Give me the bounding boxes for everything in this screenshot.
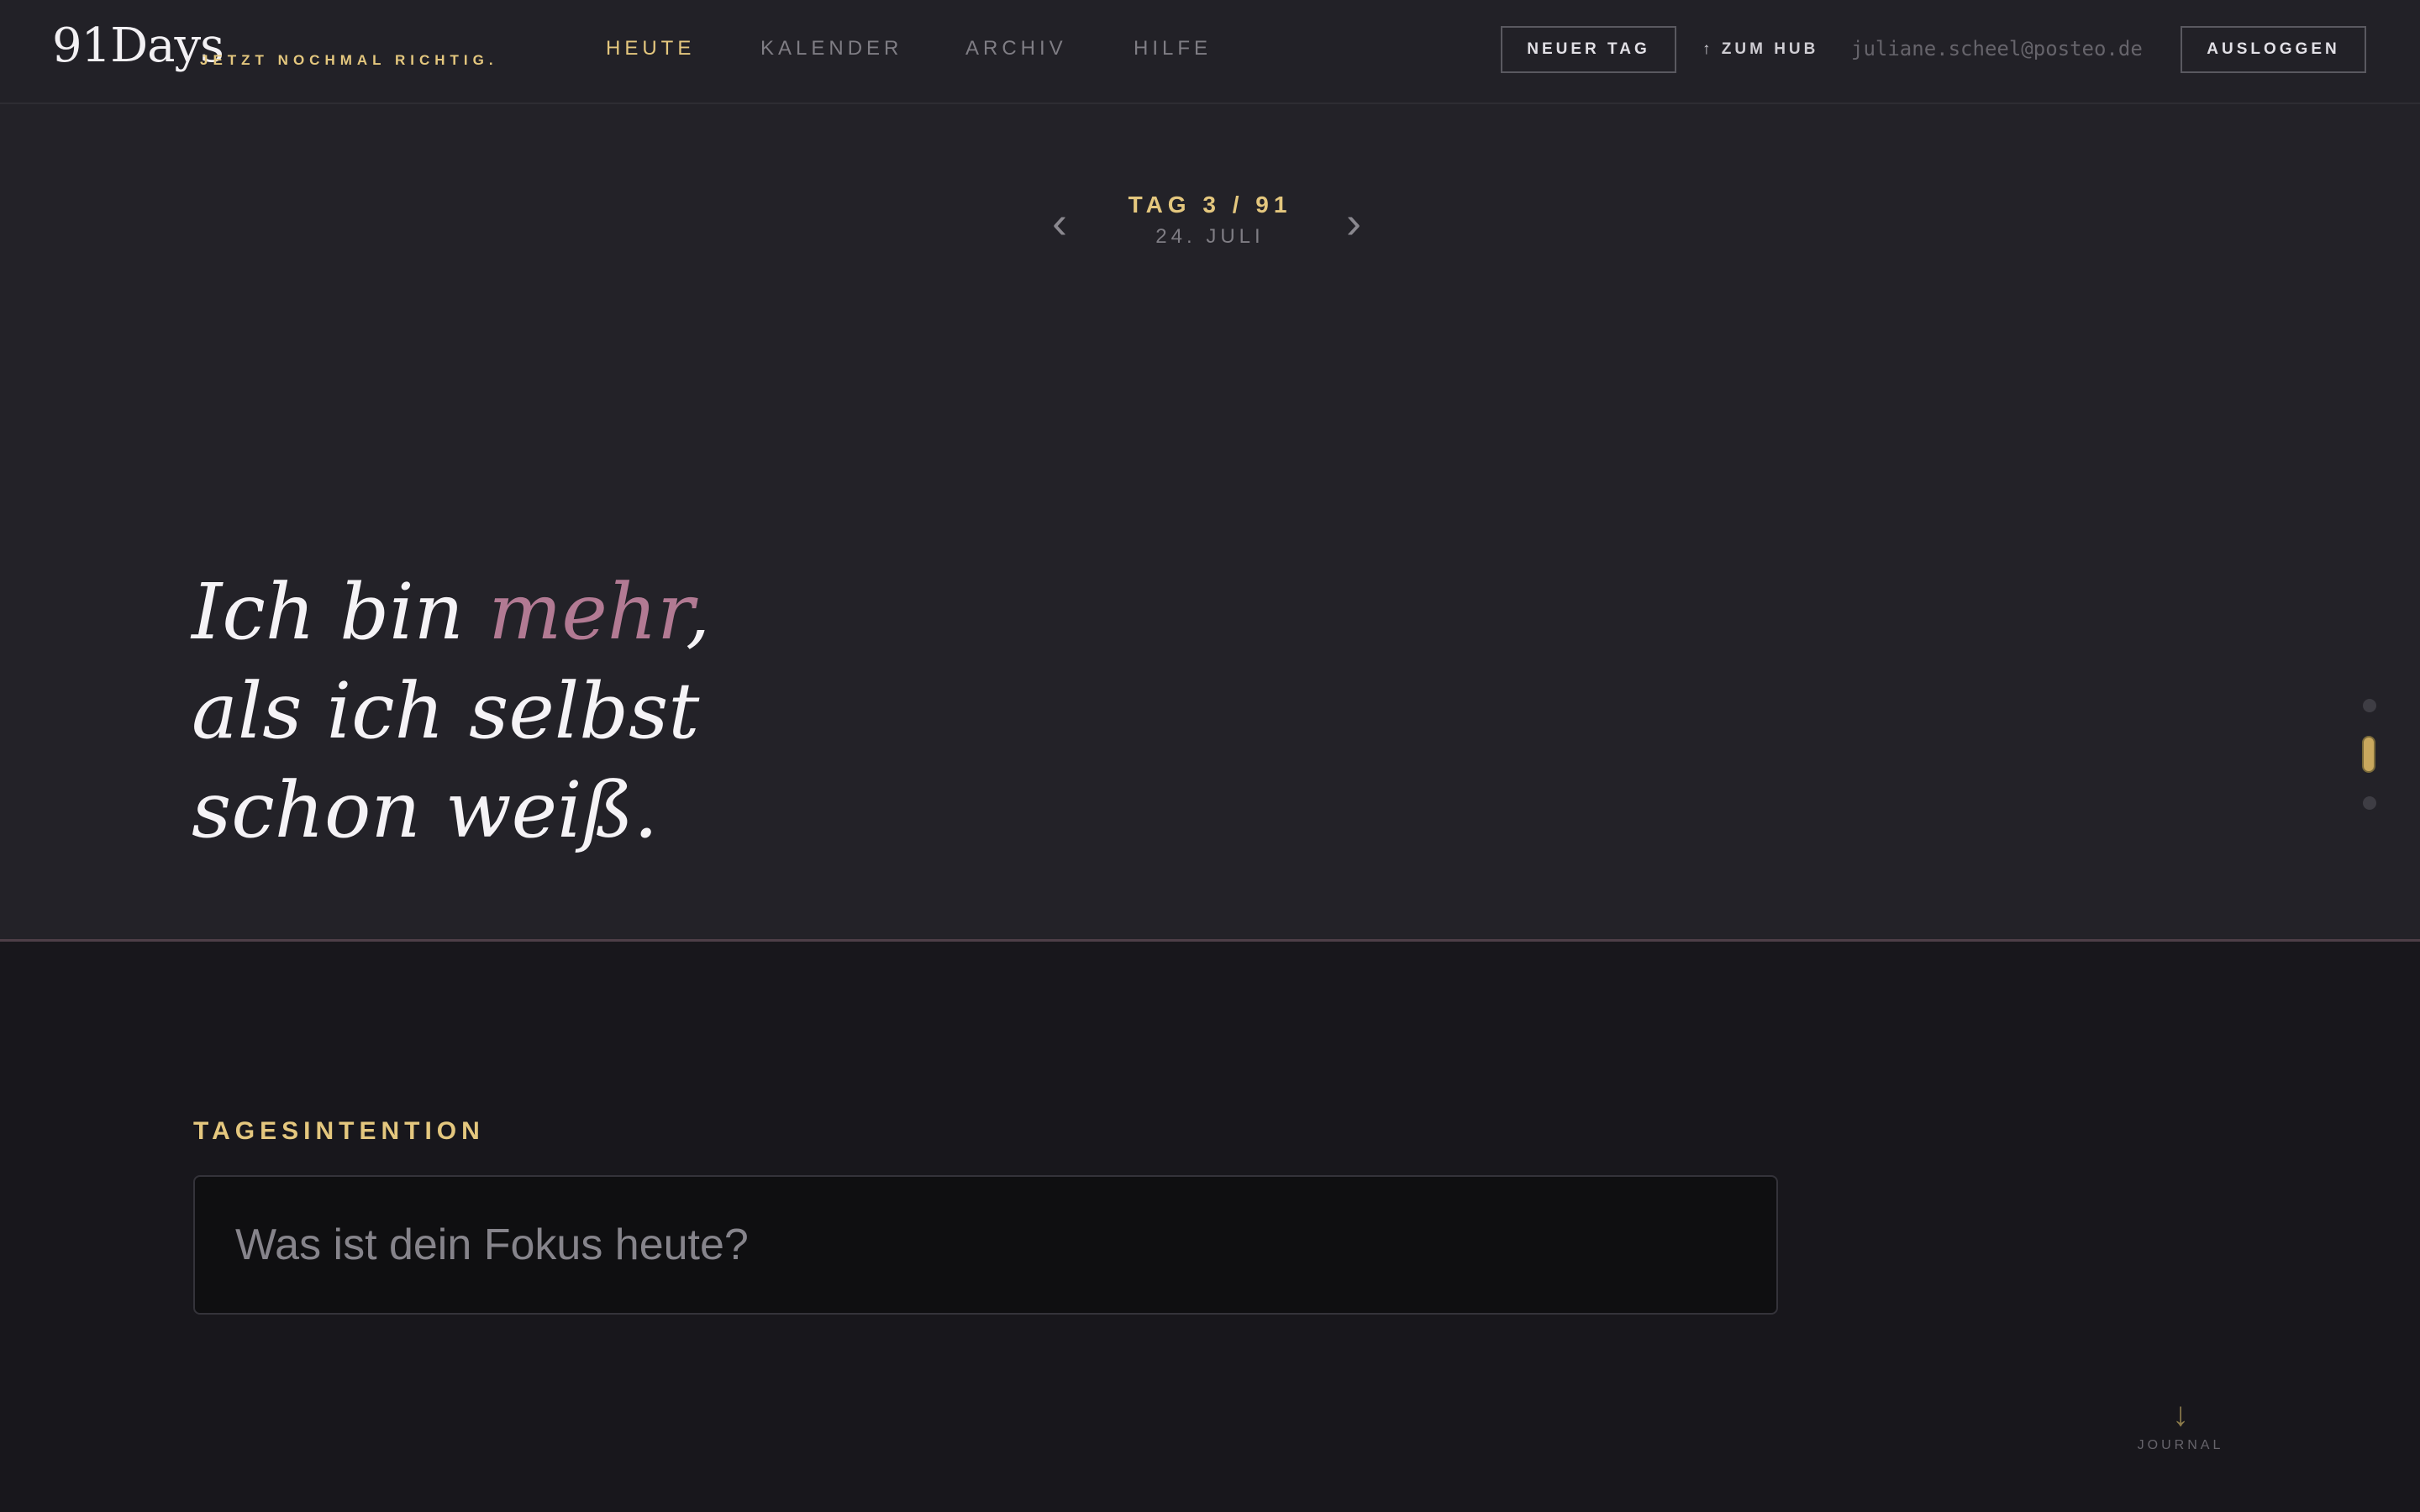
quote-line-3: schon weiß. xyxy=(192,765,659,855)
chevron-right-icon[interactable]: › xyxy=(1346,200,1361,245)
arrow-down-icon: ↓ xyxy=(2172,1396,2189,1433)
journal-label: JOURNAL xyxy=(2137,1438,2224,1452)
nav-item-heute[interactable]: HEUTE xyxy=(606,37,695,60)
quote-line-2: als ich selbst xyxy=(192,666,700,756)
intention-input[interactable] xyxy=(193,1175,1778,1315)
logo[interactable]: 91Days xyxy=(52,18,224,73)
day-date: 24. JULI xyxy=(1155,225,1265,248)
top-header: 91Days JETZT NOCHMAL RICHTIG. HEUTE KALE… xyxy=(0,0,2420,104)
slide-dot-active[interactable] xyxy=(2362,736,2375,773)
new-day-button[interactable]: NEUER TAG xyxy=(1501,26,1676,73)
user-email: juliane.scheel@posteo.de xyxy=(1851,37,2143,60)
quote-accent-word: mehr xyxy=(488,567,686,657)
quote-line-1: Ich bin mehr, xyxy=(192,563,710,662)
intention-label: TAGESINTENTION xyxy=(193,1117,485,1145)
daily-quote: Ich bin mehr, als ich selbst schon weiß. xyxy=(192,563,710,860)
day-counter: TAG 3 / 91 xyxy=(1128,192,1292,218)
slide-dot[interactable] xyxy=(2363,796,2376,810)
nav-item-hilfe[interactable]: HILFE xyxy=(1134,37,1212,60)
journal-link[interactable]: ↓ JOURNAL xyxy=(2134,1398,2227,1453)
nav-item-kalender[interactable]: KALENDER xyxy=(760,37,902,60)
logout-button[interactable]: AUSLOGGEN xyxy=(2181,26,2366,73)
tagline: JETZT NOCHMAL RICHTIG. xyxy=(200,52,498,68)
quote-line-1-end: , xyxy=(686,567,711,657)
quote-line-1-start: Ich bin xyxy=(192,567,489,657)
hero-divider xyxy=(0,939,2420,942)
slide-dot[interactable] xyxy=(2363,699,2376,712)
hub-link[interactable]: ↑ ZUM HUB xyxy=(1702,40,1818,59)
nav-item-archiv[interactable]: ARCHIV xyxy=(965,37,1067,60)
